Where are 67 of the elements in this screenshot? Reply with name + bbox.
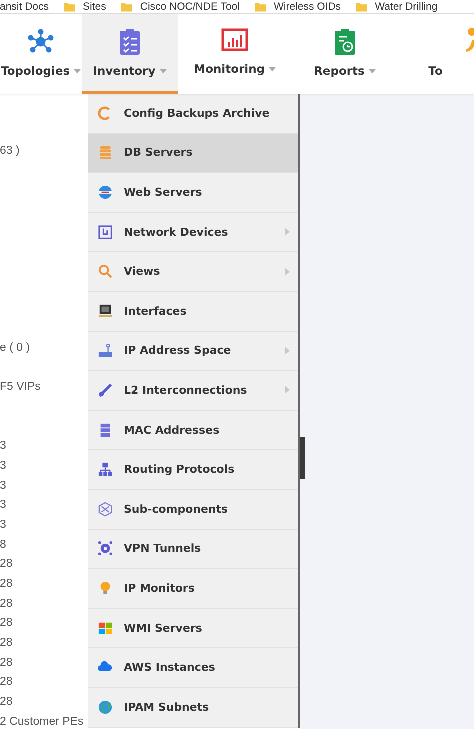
list-text: 28 xyxy=(0,656,14,671)
windows-logo-icon xyxy=(98,620,113,636)
globe-icon xyxy=(98,184,113,200)
menu-item[interactable]: MAC Addresses xyxy=(88,410,298,450)
lightbulb-icon xyxy=(98,580,113,596)
bookmark-link[interactable]: Sites xyxy=(83,0,114,12)
refresh-icon xyxy=(98,106,113,121)
hierarchy-icon xyxy=(98,462,113,478)
menu-item[interactable]: L2 Interconnections xyxy=(88,371,298,411)
menu-item[interactable]: IP Address Space xyxy=(88,332,298,372)
search-icon xyxy=(98,264,113,280)
folder-icon xyxy=(121,2,132,12)
list-text: 8 xyxy=(0,538,8,553)
list-text: 63 ) xyxy=(0,144,21,159)
nav-tab[interactable]: Topologies xyxy=(0,14,82,94)
menu-item[interactable]: AWS Instances xyxy=(88,648,298,688)
list-text: 28 xyxy=(0,695,14,710)
list-text: 3 xyxy=(0,498,8,514)
list-text: 2 Customer PEs xyxy=(0,714,85,729)
earth-icon xyxy=(98,700,113,715)
hexagon-icon xyxy=(98,502,113,517)
database-icon xyxy=(98,145,113,160)
nav-tab[interactable]: Reports xyxy=(292,14,398,94)
folder-icon xyxy=(254,2,266,12)
nav-tab[interactable]: To xyxy=(398,14,474,94)
cable-icon xyxy=(98,382,113,398)
router-icon xyxy=(98,343,113,358)
nav-tab[interactable]: Inventory xyxy=(82,14,178,94)
menu-item[interactable]: Sub-components xyxy=(88,490,298,530)
menu-item[interactable]: Network Devices xyxy=(88,212,298,252)
menu-item[interactable]: VPN Tunnels xyxy=(88,530,298,570)
menu-item[interactable]: IP Monitors xyxy=(88,569,298,609)
menu-item[interactable]: WMI Servers xyxy=(88,608,298,648)
menu-item[interactable]: Routing Protocols xyxy=(88,450,298,490)
menu-item[interactable]: IPAM Subnets xyxy=(88,688,298,728)
bookmark-link[interactable]: Wireless OIDs xyxy=(274,0,348,12)
monitor-icon xyxy=(98,304,113,319)
list-text: 28 xyxy=(0,636,14,651)
caret-icon xyxy=(368,68,376,74)
list-text: 3 xyxy=(0,478,8,494)
list-text: 3 xyxy=(0,518,8,533)
menu-item[interactable]: Web Servers xyxy=(88,173,298,213)
caret-icon xyxy=(74,68,82,74)
menu-item[interactable]: Interfaces xyxy=(88,292,298,332)
server-icon xyxy=(98,422,113,438)
menu-item[interactable]: DB Servers xyxy=(88,134,298,174)
folder-icon xyxy=(64,2,76,12)
caret-icon xyxy=(160,68,167,74)
list-text: 28 xyxy=(0,675,14,690)
list-text: F5 VIPs xyxy=(0,380,42,396)
bookmark-link[interactable]: Water Drilling xyxy=(375,0,445,12)
list-text: 3 xyxy=(0,439,8,454)
bookmark-link[interactable]: ansit Docs xyxy=(0,0,56,12)
folder-icon xyxy=(356,2,368,12)
caret-icon xyxy=(269,66,276,72)
list-text: 28 xyxy=(0,557,14,572)
list-text: 28 xyxy=(0,576,14,592)
device-icon xyxy=(98,224,113,240)
nav-tab[interactable]: Monitoring xyxy=(178,14,292,94)
menu-item[interactable]: Views xyxy=(88,252,298,292)
list-text: e ( 0 ) xyxy=(0,340,32,356)
bookmark-link[interactable]: Cisco NOC/NDE Tool xyxy=(140,0,247,12)
list-text: 3 xyxy=(0,458,8,474)
list-text: 28 xyxy=(0,596,14,612)
bar-chart-icon xyxy=(221,26,250,54)
list-text: 28 xyxy=(0,616,14,632)
scrollbar-thumb[interactable] xyxy=(300,437,305,479)
